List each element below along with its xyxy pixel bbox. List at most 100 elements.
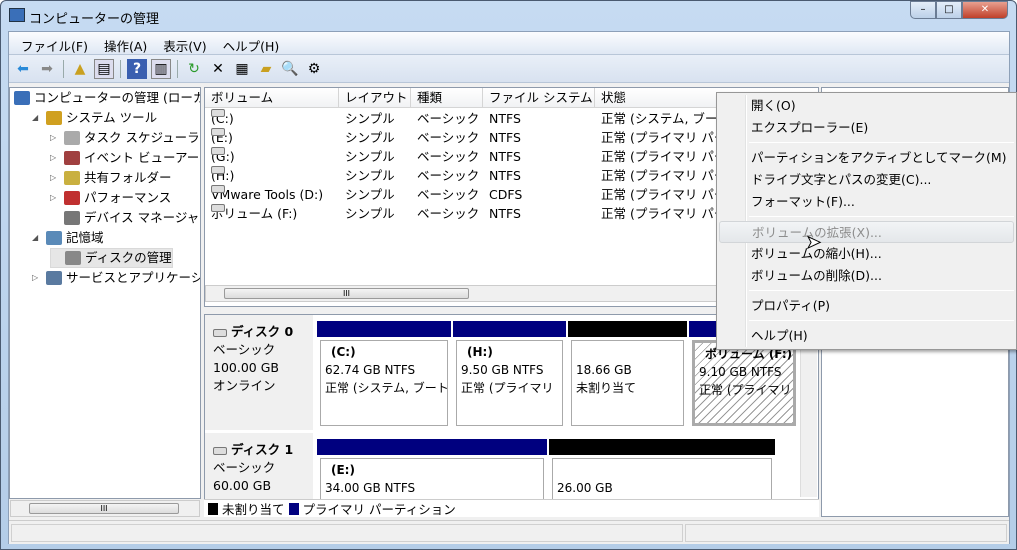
open-folder-icon[interactable]: ▰ <box>256 59 276 79</box>
context-menu-item[interactable]: パーティションをアクティブとしてマーク(M) <box>719 147 1014 169</box>
tree-item-label: デバイス マネージャー <box>84 210 201 225</box>
cell-text: 正常 (プライマリ パー <box>601 149 727 164</box>
tree-item-label: ディスクの管理 <box>85 250 172 265</box>
tree-item[interactable]: デバイス マネージャー <box>50 208 201 228</box>
tree-item-icon <box>46 231 62 245</box>
partition-block[interactable]: (C:) 62.74 GB NTFS 正常 (システム, ブート <box>317 321 451 426</box>
tree-item[interactable]: ▷ サービスとアプリケーション <box>32 268 201 288</box>
context-menu-item[interactable]: ボリュームの削除(D)... <box>719 265 1014 287</box>
scrollbar-thumb[interactable]: III <box>29 503 179 514</box>
forward-icon[interactable]: ➡ <box>37 59 57 79</box>
cell-text: ベーシック <box>417 187 480 202</box>
tree-item[interactable]: ◢ 記憶域 <box>32 228 104 248</box>
cell: ベーシック <box>417 147 479 166</box>
column-filesystem[interactable]: ファイル システム <box>483 88 595 108</box>
context-menu-item[interactable]: 開く(O) <box>719 95 1014 117</box>
context-menu: 開く(O) エクスプローラー(E) パーティションをアクティブとしてマーク(M) ドラ… <box>716 92 1017 350</box>
cell: シンプル <box>345 185 395 204</box>
context-menu-item[interactable]: フォーマット(F)... <box>719 191 1014 213</box>
partition-block[interactable]: (H:) 9.50 GB NTFS 正常 (プライマリ <box>453 321 566 426</box>
partition-bar <box>568 321 687 337</box>
cell-text: シンプル <box>345 149 395 164</box>
context-menu-item[interactable]: ボリュームの縮小(H)... <box>719 243 1014 265</box>
menu-action[interactable]: 操作(A) <box>96 32 155 54</box>
context-menu-item[interactable]: ヘルプ(H) <box>719 325 1014 347</box>
show-hide-tree-icon[interactable]: ▤ <box>94 58 114 79</box>
tree-item[interactable]: ▷ イベント ビューアー <box>50 148 199 168</box>
tree-horizontal-scrollbar[interactable]: III <box>10 500 200 517</box>
properties-icon[interactable]: ▦ <box>232 59 252 79</box>
disk-view-vertical-scrollbar[interactable] <box>800 332 817 497</box>
tree-item-icon <box>64 131 80 145</box>
cell: ベーシック <box>417 128 479 147</box>
cell: NTFS <box>489 166 521 185</box>
mouse-cursor-icon: ➤ <box>805 232 822 254</box>
show-hide-action-pane-icon[interactable]: ▥ <box>151 58 171 79</box>
menu-file[interactable]: ファイル(F) <box>13 32 96 54</box>
menu-help[interactable]: ヘルプ(H) <box>215 32 288 54</box>
expand-arrow-icon[interactable]: ▷ <box>50 188 60 208</box>
tree-item[interactable]: ▷ タスク スケジューラ <box>50 128 200 148</box>
menu-separator <box>749 142 1014 143</box>
legend: 未割り当て プライマリ パーティション <box>204 499 819 517</box>
menu-separator <box>749 290 1014 291</box>
maximize-button[interactable]: □ <box>936 1 962 19</box>
settings-icon[interactable]: ⚙ <box>304 59 324 79</box>
column-type[interactable]: 種類 <box>411 88 483 108</box>
status-bar-section <box>685 524 1007 542</box>
toolbar-separator <box>63 59 64 78</box>
context-menu-item[interactable]: ボリュームの拡張(X)... <box>719 221 1014 243</box>
disk-label[interactable]: ディスク 0 ベーシック 100.00 GB オンライン <box>205 315 313 430</box>
expand-arrow-icon[interactable]: ▷ <box>50 148 60 168</box>
scrollbar-thumb[interactable]: III <box>224 288 469 299</box>
tree-item[interactable]: ▷ パフォーマンス <box>50 188 171 208</box>
menu-view[interactable]: 表示(V) <box>155 32 214 54</box>
disk-type: ベーシック <box>213 460 276 475</box>
help-icon[interactable]: ? <box>127 58 147 79</box>
expand-arrow-icon[interactable]: ▷ <box>50 128 60 148</box>
column-layout[interactable]: レイアウト <box>339 88 411 108</box>
delete-icon[interactable]: ✕ <box>208 59 228 79</box>
refresh-icon[interactable]: ↻ <box>184 59 204 79</box>
tree-item-label: タスク スケジューラ <box>84 130 200 145</box>
expand-arrow-icon[interactable]: ▷ <box>32 268 42 288</box>
close-button[interactable]: ✕ <box>962 1 1008 19</box>
cell: 正常 (プライマリ パー <box>601 204 726 223</box>
expand-arrow-icon[interactable]: ▷ <box>50 168 60 188</box>
context-menu-item[interactable]: ドライブ文字とパスの変更(C)... <box>719 169 1014 191</box>
cell-text: 正常 (プライマリ パー <box>601 168 727 183</box>
legend-primary-swatch <box>288 502 299 515</box>
menu-separator <box>749 216 1014 217</box>
partition-bar <box>453 321 566 337</box>
partition-size: 26.00 GB <box>557 481 613 495</box>
expand-arrow-icon[interactable]: ◢ <box>32 108 42 128</box>
tree-item[interactable]: コンピューターの管理 (ローカル) <box>14 88 200 108</box>
column-volume[interactable]: ボリューム <box>205 88 339 108</box>
toolbar: ⬅ ➡ ▲ ▤ ? ▥ ↻ ✕ ▦ ▰ 🔍 ⚙ <box>9 55 1009 83</box>
partition-status: 正常 (プライマリ <box>699 383 792 397</box>
cell: 正常 (プライマリ パー <box>601 185 726 204</box>
tree-item-label: サービスとアプリケーション <box>66 270 201 285</box>
partition-name: (H:) <box>467 345 493 359</box>
title-bar: コンピューターの管理 – □ ✕ <box>1 1 1016 31</box>
partition-name <box>557 461 767 479</box>
context-menu-item[interactable]: エクスプローラー(E) <box>719 117 1014 139</box>
tree-item[interactable]: ディスクの管理 <box>50 248 173 268</box>
tree-item-label: イベント ビューアー <box>84 150 200 165</box>
partition-name: (C:) <box>331 345 356 359</box>
cell-text: ベーシック <box>417 130 480 145</box>
back-icon[interactable]: ⬅ <box>13 59 33 79</box>
legend-unallocated-swatch <box>208 502 218 515</box>
expand-arrow-icon[interactable]: ◢ <box>32 228 42 248</box>
partition-block[interactable]: 18.66 GB 未割り当て <box>568 321 687 426</box>
cell-text: シンプル <box>345 111 395 126</box>
search-icon[interactable]: 🔍 <box>280 59 300 79</box>
cell: NTFS <box>489 204 521 223</box>
tree-item[interactable]: ◢ システム ツール <box>32 108 157 128</box>
context-menu-item[interactable]: プロパティ(P) <box>719 295 1014 317</box>
cell: (H:) <box>211 166 234 185</box>
minimize-button[interactable]: – <box>910 1 936 19</box>
partition-size: 34.00 GB NTFS <box>325 481 416 495</box>
tree-item[interactable]: ▷ 共有フォルダー <box>50 168 172 188</box>
up-folder-icon[interactable]: ▲ <box>70 59 90 79</box>
